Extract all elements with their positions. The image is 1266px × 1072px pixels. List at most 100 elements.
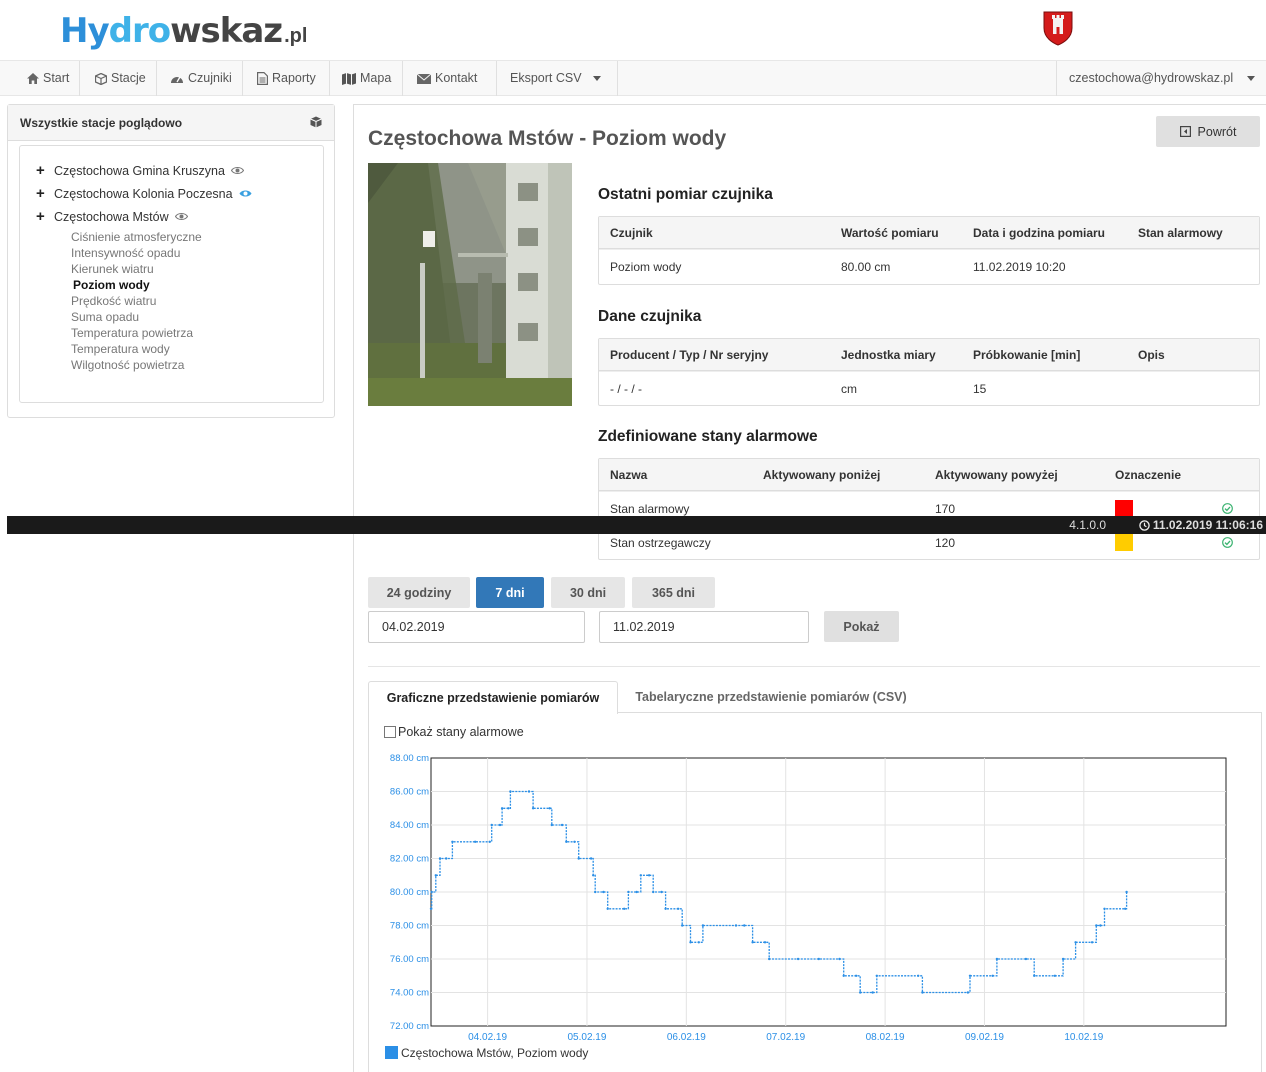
- table-row: - / - / - cm 15: [599, 371, 1259, 405]
- sensor-link[interactable]: Wilgotność powietrza: [71, 357, 184, 373]
- data-point: [1061, 957, 1065, 961]
- data-point: [743, 924, 746, 927]
- caret-down-icon: [592, 76, 601, 81]
- back-square-icon: [1179, 126, 1191, 137]
- nav-eksport-csv-dropdown[interactable]: Eksport CSV: [497, 61, 618, 96]
- alarms-table: Nazwa Aktywowany poniżej Aktywowany powy…: [598, 458, 1260, 560]
- data-point: [968, 974, 972, 977]
- expand-plus-icon[interactable]: +: [36, 208, 48, 225]
- data-point: [474, 840, 477, 843]
- x-tick-label: 08.02.19: [866, 1032, 905, 1043]
- data-point: [577, 857, 580, 860]
- y-tick-label: 82.00 cm: [390, 854, 429, 865]
- station-label[interactable]: Częstochowa Kolonia Poczesna: [54, 187, 233, 201]
- user-menu-dropdown[interactable]: czestochowa@hydrowskaz.pl: [1056, 61, 1255, 96]
- sensor-link-active[interactable]: Poziom wody: [73, 277, 150, 293]
- tab-chart[interactable]: Graficzne przedstawienie pomiarów: [368, 681, 618, 714]
- data-point: [701, 924, 705, 927]
- stations-sidebar: Wszystkie stacje poglądowo + Częstochowa…: [7, 104, 335, 418]
- range-24h-button[interactable]: 24 godziny: [368, 577, 470, 608]
- tab-table-csv[interactable]: Tabelaryczne przedstawienie pomiarów (CS…: [624, 681, 918, 713]
- column-header: Oznaczenie: [1115, 467, 1182, 482]
- data-point: [859, 991, 862, 994]
- expand-plus-icon[interactable]: +: [36, 185, 48, 202]
- data-point: [548, 807, 551, 810]
- eye-icon[interactable]: [239, 189, 252, 198]
- data-point: [445, 857, 448, 860]
- data-point: [451, 840, 454, 843]
- alarm-color-swatch: [1115, 500, 1133, 517]
- data-point: [438, 857, 442, 860]
- nav-start[interactable]: Start: [0, 61, 80, 96]
- data-point: [488, 840, 491, 843]
- range-365d-button[interactable]: 365 dni: [632, 577, 715, 608]
- data-point: [507, 807, 510, 810]
- tree-station-kruszyna[interactable]: + Częstochowa Gmina Kruszyna: [36, 162, 244, 179]
- table-cell: Poziom wody: [610, 259, 682, 274]
- data-point: [689, 941, 692, 944]
- y-tick-label: 84.00 cm: [390, 820, 429, 831]
- data-point: [498, 823, 502, 827]
- sensor-link[interactable]: Temperatura wody: [71, 341, 170, 357]
- data-point: [734, 924, 738, 927]
- sensor-data-title: Dane czujnika: [598, 308, 702, 325]
- city-crest-icon: [1043, 11, 1073, 46]
- date-from-input[interactable]: 04.02.2019: [368, 611, 585, 643]
- data-point: [594, 890, 597, 894]
- tree-station-kolonia-poczesna[interactable]: + Częstochowa Kolonia Poczesna: [36, 185, 252, 202]
- file-icon: [257, 72, 268, 85]
- data-point: [573, 840, 576, 843]
- data-point: [623, 907, 626, 910]
- nav-label: Eksport CSV: [510, 71, 582, 85]
- date-to-input[interactable]: 11.02.2019: [599, 611, 809, 643]
- data-point: [592, 874, 595, 877]
- table-header: Czujnik Wartość pomiaru Data i godzina p…: [599, 217, 1259, 249]
- sensor-link[interactable]: Temperatura powietrza: [71, 325, 193, 341]
- nav-stacje[interactable]: Stacje: [80, 61, 157, 96]
- table-cell: 15: [973, 381, 987, 396]
- data-point: [560, 823, 564, 827]
- data-point: [1033, 974, 1036, 977]
- column-header: Czujnik: [610, 225, 653, 240]
- nav-raporty[interactable]: Raporty: [243, 61, 330, 96]
- show-button[interactable]: Pokaż: [824, 611, 899, 642]
- sensor-link[interactable]: Suma opadu: [71, 309, 139, 325]
- station-label[interactable]: Częstochowa Gmina Kruszyna: [54, 164, 225, 178]
- data-point: [1074, 941, 1077, 944]
- check-circle-icon: [1222, 503, 1233, 514]
- last-measurement-table: Czujnik Wartość pomiaru Data i godzina p…: [598, 216, 1260, 285]
- caret-down-icon: [1246, 76, 1255, 82]
- eye-icon[interactable]: [230, 166, 244, 175]
- data-point: [664, 907, 667, 910]
- range-30d-button[interactable]: 30 dni: [551, 577, 625, 608]
- range-7d-button[interactable]: 7 dni: [476, 577, 544, 608]
- sensor-link[interactable]: Intensywność opadu: [71, 245, 180, 261]
- data-point: [527, 790, 531, 793]
- data-point: [1124, 907, 1127, 910]
- nav-czujniki[interactable]: Czujniki: [157, 61, 243, 96]
- y-tick-label: 88.00 cm: [390, 753, 429, 764]
- sensor-link[interactable]: Ciśnienie atmosferyczne: [71, 229, 202, 245]
- data-point: [796, 957, 800, 961]
- tree-station-mstow[interactable]: + Częstochowa Mstów: [36, 208, 188, 225]
- expand-plus-icon[interactable]: +: [36, 162, 48, 179]
- back-button[interactable]: Powrót: [1156, 116, 1260, 147]
- data-point: [1125, 890, 1128, 894]
- hydrowskaz-logo[interactable]: Hydrowskaz .pl: [60, 12, 307, 48]
- data-point: [842, 974, 845, 977]
- eye-icon[interactable]: [174, 212, 188, 221]
- sensor-link[interactable]: Prędkość wiatru: [71, 293, 156, 309]
- last-measurement-title: Ostatni pomiar czujnika: [598, 186, 773, 203]
- data-point: [1103, 907, 1106, 910]
- data-point: [1090, 941, 1094, 944]
- column-header: Opis: [1138, 347, 1165, 362]
- cube-icon[interactable]: [310, 116, 322, 128]
- nav-kontakt[interactable]: Kontakt: [403, 61, 497, 96]
- station-label[interactable]: Częstochowa Mstów: [54, 210, 169, 224]
- data-point: [589, 857, 593, 860]
- x-tick-label: 06.02.19: [667, 1032, 706, 1043]
- data-point: [509, 790, 512, 793]
- map-icon: [342, 72, 356, 85]
- sensor-link[interactable]: Kierunek wiatru: [71, 261, 154, 277]
- nav-mapa[interactable]: Mapa: [330, 61, 403, 96]
